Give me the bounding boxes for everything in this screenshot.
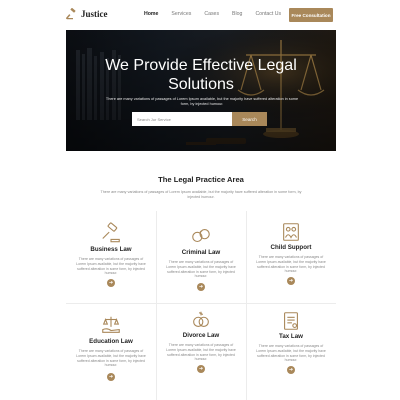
family-icon [280,221,302,243]
hero-banner: We Provide Effective Legal Solutions The… [66,30,336,151]
gavel-logo-icon [66,8,78,20]
arrow-right-icon[interactable]: ➜ [287,277,295,285]
tax-document-icon [280,310,302,332]
menu-item-cases[interactable]: Cases [204,11,219,17]
menu-item-home[interactable]: Home [144,11,158,17]
search-button[interactable]: Search [232,112,267,126]
arrow-right-icon[interactable]: ➜ [197,365,205,373]
card-description: There are many variations of passages of… [166,343,236,362]
card-title: Education Law [89,338,133,345]
arrow-right-icon[interactable]: ➜ [107,279,115,287]
practice-card-business-law[interactable]: Business Law There are many variations o… [66,211,156,303]
practice-area-grid: Business Law There are many variations o… [66,211,336,400]
card-description: There are many variations of passages of… [256,255,326,274]
card-title: Child Support [270,244,312,251]
arrow-right-icon[interactable]: ➜ [287,366,295,374]
section-subtitle: There are many variations of passages of… [100,190,302,199]
card-title: Divorce Law [182,332,220,339]
card-description: There are many variations of passages of… [76,349,146,368]
hero-subtitle: There are many variations of passages of… [105,97,299,106]
practice-card-tax-law[interactable]: Tax Law There are many variations of pas… [246,303,336,400]
card-description: There are many variations of passages of… [166,260,236,279]
card-description: There are many variations of passages of… [76,257,146,276]
navbar: Justice Home Services Cases Blog Contact… [0,0,400,30]
broken-rings-icon [190,309,212,331]
card-description: There are many variations of passages of… [256,344,326,363]
free-consultation-button[interactable]: Free Consultation [289,8,333,22]
menu-item-services[interactable]: Services [171,11,191,17]
card-title: Business Law [90,246,132,253]
menu-item-blog[interactable]: Blog [232,11,242,17]
scales-hand-icon [100,314,122,336]
practice-card-divorce-law[interactable]: Divorce Law There are many variations of… [156,303,246,400]
hero-title: We Provide Effective Legal Solutions [66,56,336,94]
arrow-right-icon[interactable]: ➜ [197,283,205,291]
handcuffs-icon [190,225,212,247]
practice-card-criminal-law[interactable]: Criminal Law There are many variations o… [156,211,246,303]
hero-title-line-2: Solutions [168,76,234,93]
card-title: Criminal Law [181,249,221,256]
section-title: The Legal Practice Area [158,175,244,184]
card-title: Tax Law [279,333,303,340]
main-menu: Home Services Cases Blog Contact Us [144,11,294,17]
arrow-right-icon[interactable]: ➜ [107,373,115,381]
logo-text: Justice [81,9,108,19]
practice-card-child-support[interactable]: Child Support There are many variations … [246,211,336,303]
logo[interactable]: Justice [66,8,108,20]
hero-title-line-1: We Provide Effective Legal [105,57,297,74]
service-search-input[interactable]: Search Jur Service [132,112,232,126]
practice-card-education-law[interactable]: Education Law There are many variations … [66,303,156,400]
gavel-icon [100,222,122,244]
service-search-form: Search Jur Service Search [132,112,267,126]
menu-item-contact[interactable]: Contact Us [255,11,281,17]
